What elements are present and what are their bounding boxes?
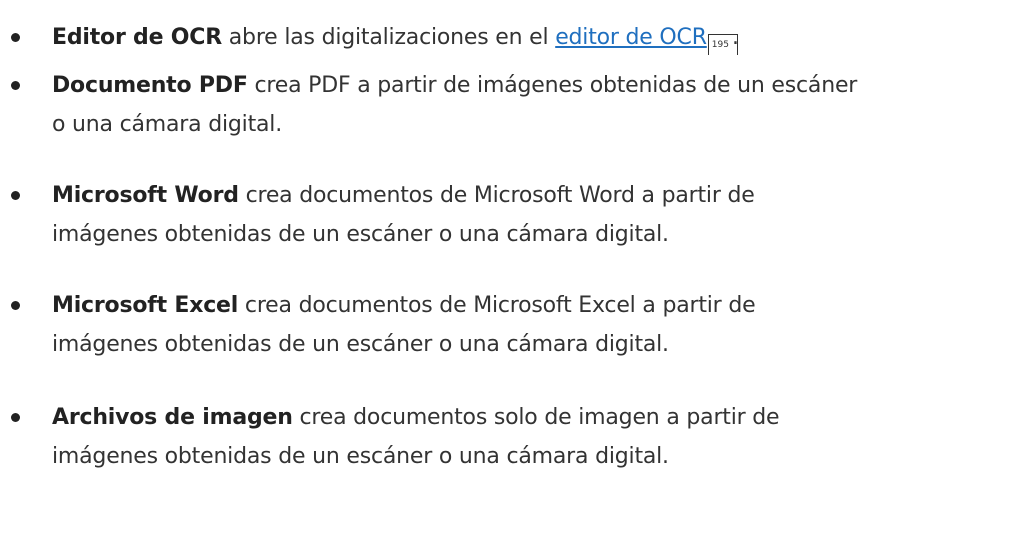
document-page: Editor de OCR abre las digitalizaciones …: [0, 0, 1018, 539]
item-description: crea documentos solo de imagen a partir …: [292, 405, 780, 430]
page-reference-icon[interactable]: 195: [707, 34, 739, 55]
list-item-microsoft-word: Microsoft Word crea documentos de Micros…: [11, 176, 1012, 254]
bullet-icon: [11, 33, 20, 42]
term-label: Microsoft Word: [52, 183, 239, 208]
bullet-icon: [11, 413, 20, 422]
bullet-icon: [11, 191, 20, 200]
item-description-line2: imágenes obtenidas de un escáner o una c…: [52, 222, 669, 247]
item-description: abre las digitalizaciones en el: [221, 25, 556, 50]
page-reference-number: 195: [711, 40, 729, 50]
list-item-microsoft-excel: Microsoft Excel crea documentos de Micro…: [11, 286, 1012, 364]
term-label: Archivos de imagen: [52, 405, 293, 430]
bullet-icon: [11, 301, 20, 310]
ocr-editor-link[interactable]: editor de OCR: [555, 25, 707, 50]
term-label: Microsoft Excel: [52, 293, 239, 318]
list-item-ocr-editor: Editor de OCR abre las digitalizaciones …: [11, 18, 1012, 57]
list-item-image-files: Archivos de imagen crea documentos solo …: [11, 398, 1012, 476]
item-description: crea PDF a partir de imágenes obtenidas …: [247, 73, 858, 98]
list-item-pdf-document: Documento PDF crea PDF a partir de imáge…: [11, 66, 1012, 144]
term-label: Documento PDF: [52, 73, 248, 98]
item-description: crea documentos de Microsoft Word a part…: [238, 183, 755, 208]
item-description-line2: imágenes obtenidas de un escáner o una c…: [52, 332, 669, 357]
item-description-line2: o una cámara digital.: [52, 112, 282, 137]
term-label: Editor de OCR: [52, 25, 222, 50]
item-description-line2: imágenes obtenidas de un escáner o una c…: [52, 444, 669, 469]
item-description: crea documentos de Microsoft Excel a par…: [238, 293, 756, 318]
bullet-icon: [11, 81, 20, 90]
